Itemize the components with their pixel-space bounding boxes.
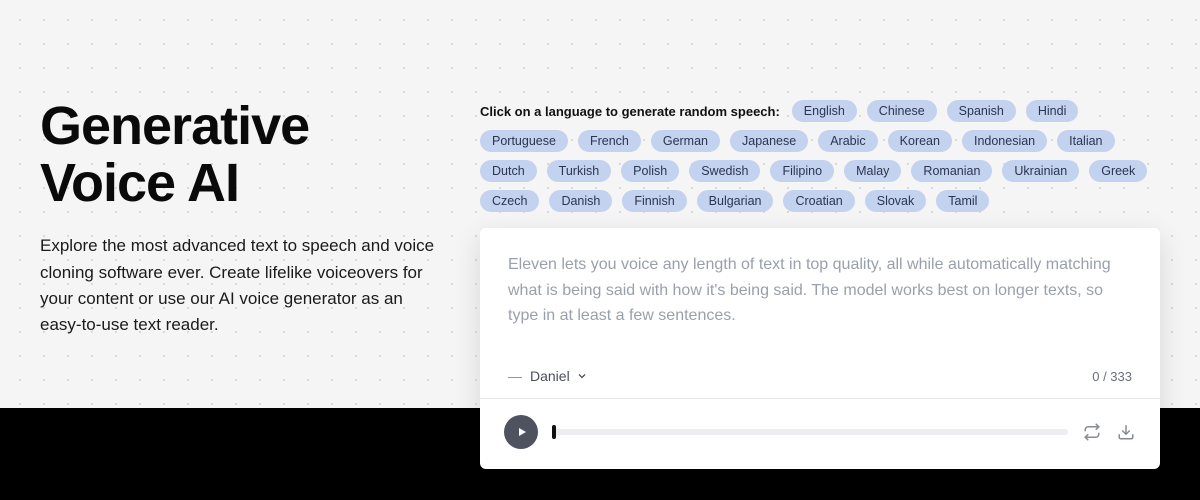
chevron-down-icon	[576, 370, 588, 382]
voice-selector-dash: —	[508, 368, 522, 384]
language-chip[interactable]: Swedish	[689, 160, 760, 182]
language-chip-row: Click on a language to generate random s…	[480, 100, 1160, 212]
language-chip[interactable]: Italian	[1057, 130, 1114, 152]
language-chip[interactable]: Ukrainian	[1002, 160, 1079, 182]
voice-selector[interactable]: — Daniel	[508, 368, 588, 384]
title-line-1: Generative	[40, 96, 309, 156]
language-chip[interactable]: Danish	[549, 190, 612, 212]
language-chip[interactable]: Polish	[621, 160, 679, 182]
language-chip[interactable]: Finnish	[622, 190, 686, 212]
play-button[interactable]	[504, 415, 538, 449]
language-chip[interactable]: Czech	[480, 190, 539, 212]
language-chip[interactable]: Japanese	[730, 130, 808, 152]
language-chip[interactable]: Croatian	[783, 190, 854, 212]
text-input[interactable]: Eleven lets you voice any length of text…	[508, 252, 1132, 352]
audio-progress-track[interactable]	[552, 429, 1068, 435]
language-chip[interactable]: Bulgarian	[697, 190, 774, 212]
loop-icon	[1083, 423, 1101, 441]
language-chip[interactable]: Slovak	[865, 190, 927, 212]
language-chip[interactable]: Chinese	[867, 100, 937, 122]
character-count: 0 / 333	[1092, 369, 1132, 384]
language-chip[interactable]: Korean	[888, 130, 952, 152]
language-chip[interactable]: Spanish	[947, 100, 1016, 122]
play-icon	[516, 426, 528, 438]
language-chip[interactable]: Hindi	[1026, 100, 1079, 122]
hero-description: Explore the most advanced text to speech…	[40, 233, 440, 338]
page-title: Generative Voice AI	[40, 98, 440, 211]
language-chip[interactable]: Arabic	[818, 130, 877, 152]
audio-progress-knob[interactable]	[552, 425, 556, 439]
loop-button[interactable]	[1082, 422, 1102, 442]
language-chip[interactable]: Filipino	[770, 160, 834, 182]
download-button[interactable]	[1116, 422, 1136, 442]
download-icon	[1117, 423, 1135, 441]
audio-player	[480, 399, 1160, 469]
language-chip[interactable]: English	[792, 100, 857, 122]
language-chip[interactable]: Greek	[1089, 160, 1147, 182]
language-chip[interactable]: Tamil	[936, 190, 989, 212]
language-chip[interactable]: Dutch	[480, 160, 537, 182]
language-chip[interactable]: Malay	[844, 160, 901, 182]
language-chip[interactable]: Indonesian	[962, 130, 1047, 152]
voice-name: Daniel	[530, 368, 570, 384]
tts-panel: Eleven lets you voice any length of text…	[480, 228, 1160, 469]
language-chip[interactable]: French	[578, 130, 641, 152]
language-chip[interactable]: Romanian	[911, 160, 992, 182]
language-chip[interactable]: Turkish	[547, 160, 612, 182]
language-chip[interactable]: Portuguese	[480, 130, 568, 152]
language-chip[interactable]: German	[651, 130, 720, 152]
language-prompt-label: Click on a language to generate random s…	[480, 104, 780, 119]
hero-section: Generative Voice AI Explore the most adv…	[40, 40, 440, 500]
title-line-2: Voice AI	[40, 153, 239, 213]
